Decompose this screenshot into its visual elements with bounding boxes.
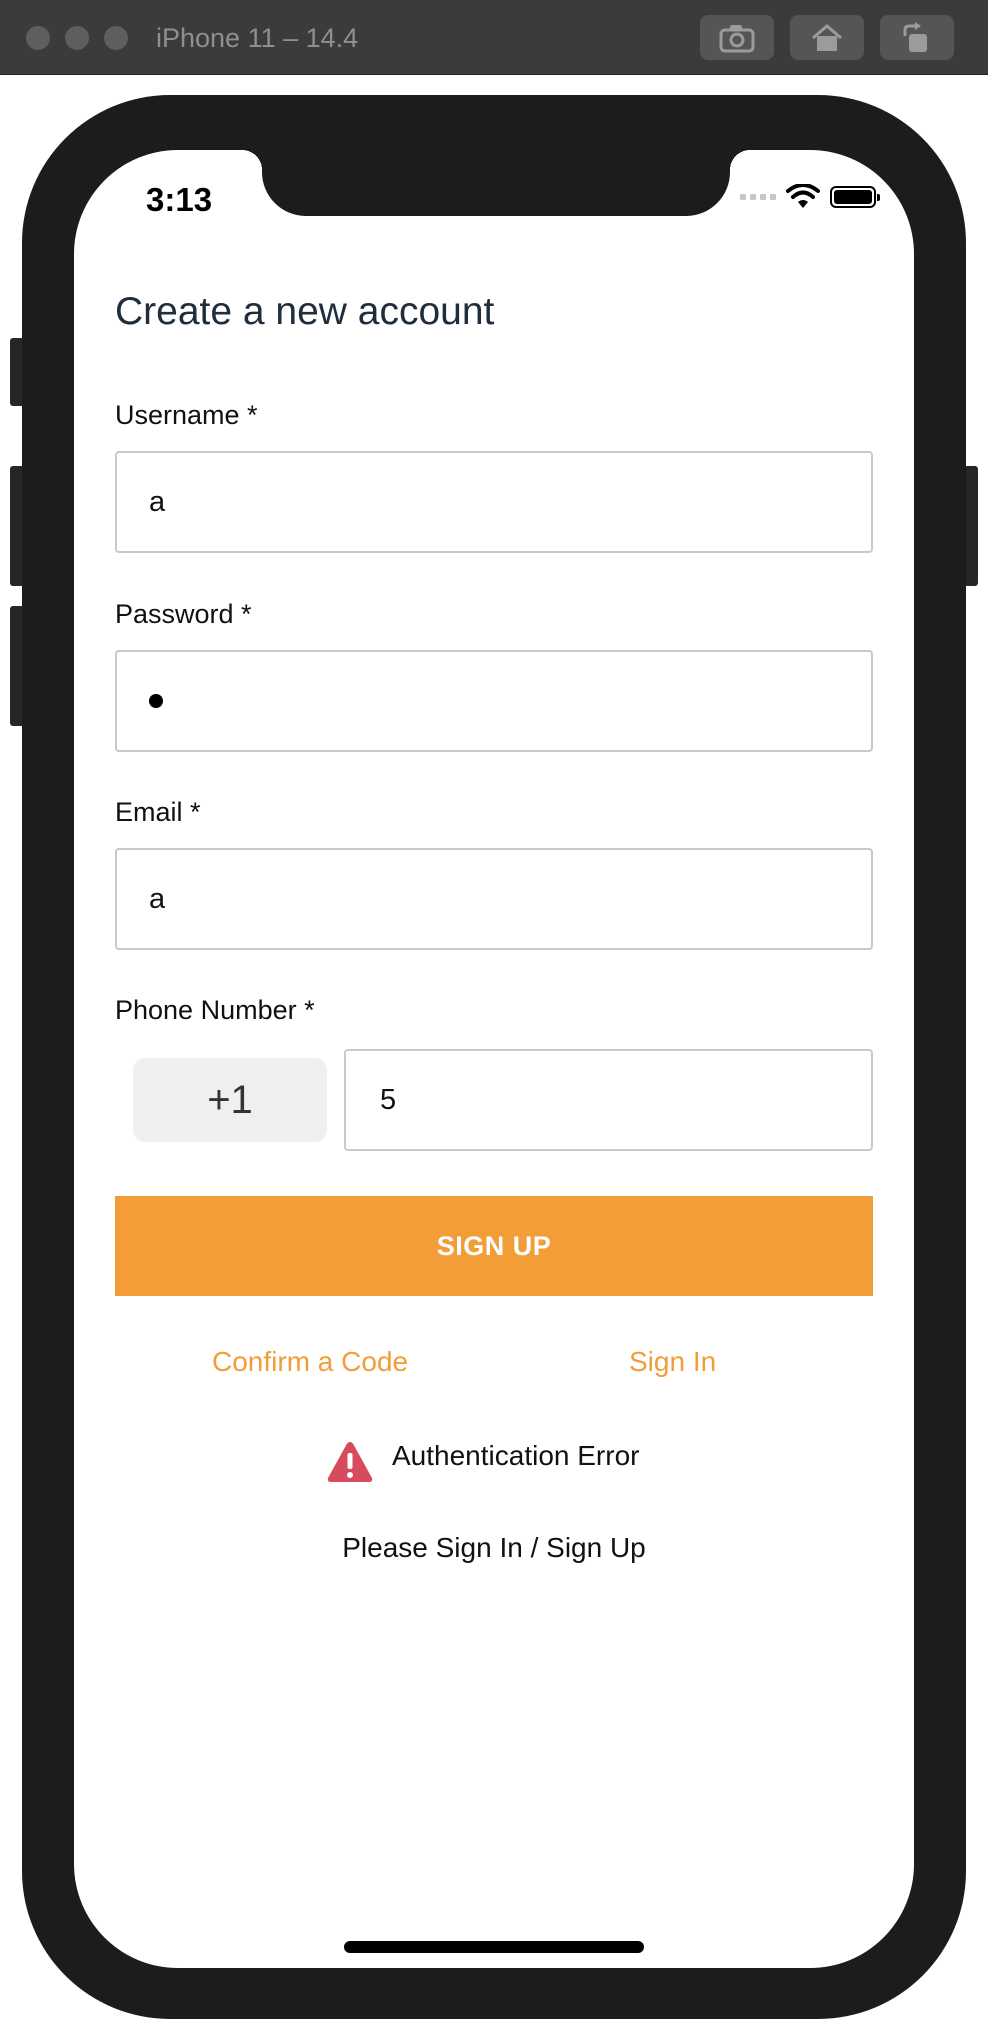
phone-value: 5: [380, 1083, 397, 1116]
simulator-stage: iPhone 11 – 14.4 3:13 Create a new accou…: [0, 0, 988, 2022]
sign-in-link[interactable]: Sign In: [629, 1344, 716, 1380]
page-title: Create a new account: [115, 290, 495, 333]
email-value: a: [149, 882, 166, 915]
rotate-button[interactable]: [880, 15, 954, 60]
email-input[interactable]: a: [115, 848, 873, 950]
battery-icon: [830, 186, 880, 208]
wifi-icon: [786, 184, 820, 208]
dial-code-value: +1: [207, 1077, 253, 1122]
close-window-button[interactable]: [26, 26, 50, 50]
home-button[interactable]: [790, 15, 864, 60]
home-icon: [812, 23, 842, 51]
error-message: Please Sign In / Sign Up: [342, 1532, 646, 1563]
auth-error: Authentication Error: [326, 1440, 639, 1484]
phone-input[interactable]: 5: [344, 1049, 873, 1151]
window-title: iPhone 11 – 14.4: [156, 23, 359, 53]
device-screen: 3:13 Create a new account Username * a P…: [74, 150, 914, 1968]
status-time: 3:13: [146, 181, 213, 218]
username-label: Username *: [115, 400, 258, 430]
warning-triangle-icon: [327, 1442, 373, 1482]
notch: [242, 150, 750, 216]
password-label: Password *: [115, 599, 252, 629]
home-indicator[interactable]: [344, 1941, 644, 1953]
dial-code-picker[interactable]: +1: [133, 1058, 327, 1142]
username-value: a: [149, 485, 166, 518]
camera-icon: [719, 24, 755, 52]
password-input[interactable]: [115, 650, 873, 752]
simulator-titlebar: iPhone 11 – 14.4: [0, 0, 988, 75]
confirm-code-link[interactable]: Confirm a Code: [212, 1344, 408, 1380]
username-input[interactable]: a: [115, 451, 873, 553]
rotate-icon: [903, 21, 927, 52]
sign-up-button[interactable]: SIGN UP: [115, 1196, 873, 1296]
password-mask-dot: [149, 694, 163, 708]
power-button: [964, 466, 978, 586]
status-indicators: [740, 184, 880, 210]
email-label: Email *: [115, 797, 201, 827]
screenshot-button[interactable]: [700, 15, 774, 60]
cellular-signal-icon: [740, 194, 776, 200]
minimize-window-button[interactable]: [65, 26, 89, 50]
phone-label: Phone Number *: [115, 995, 315, 1025]
error-title: Authentication Error: [392, 1440, 640, 1471]
zoom-window-button[interactable]: [104, 26, 128, 50]
